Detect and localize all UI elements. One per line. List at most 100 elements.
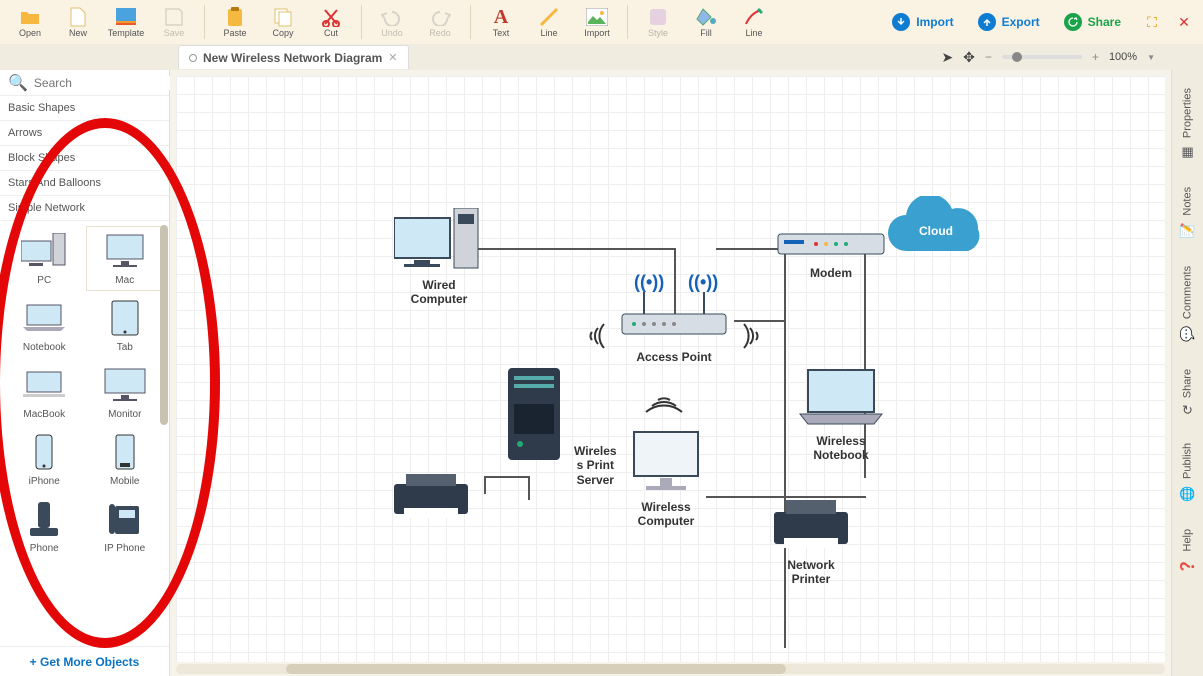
shape-mac-label: Mac <box>115 275 134 286</box>
search-input[interactable] <box>34 76 189 90</box>
properties-icon: ▦ <box>1180 144 1195 159</box>
connector[interactable] <box>476 248 676 250</box>
text-label: Text <box>493 28 510 38</box>
shape-tab[interactable]: Tab <box>87 294 164 357</box>
copy-label: Copy <box>272 28 293 38</box>
window-maximize-button[interactable]: ⛶ <box>1141 11 1163 33</box>
undo-button[interactable]: Undo <box>370 2 414 42</box>
node-printer-left[interactable] <box>386 470 476 524</box>
node-label: Cloud <box>881 224 991 238</box>
node-modem[interactable]: Modem <box>776 226 886 280</box>
shape-macbook[interactable]: MacBook <box>6 361 83 424</box>
shape-macbook-label: MacBook <box>23 409 65 420</box>
wireless-waves-icon <box>734 316 774 356</box>
shape-monitor[interactable]: Monitor <box>87 361 164 424</box>
window-close-button[interactable]: ✕ <box>1173 11 1195 33</box>
open-button[interactable]: Open <box>8 2 52 42</box>
redo-button[interactable]: Redo <box>418 2 462 42</box>
file-new-icon <box>67 6 89 28</box>
zoom-slider[interactable] <box>1002 55 1082 59</box>
line-style-button[interactable]: Line <box>732 2 776 42</box>
share-button[interactable]: Share <box>1054 9 1131 35</box>
node-label: WirelessComputer <box>638 500 695 529</box>
node-wireless-computer[interactable]: WirelessComputer <box>626 428 706 529</box>
zoom-slider-knob[interactable] <box>1012 52 1022 62</box>
horizontal-scrollbar[interactable] <box>176 664 1165 674</box>
fill-icon <box>695 6 717 28</box>
export-label: Export <box>1002 15 1040 29</box>
shape-notebook[interactable]: Notebook <box>6 294 83 357</box>
diagram-canvas[interactable]: WiredComputer ((•)) ((•)) Access Point <box>176 76 1165 662</box>
shape-mobile[interactable]: Mobile <box>87 428 164 491</box>
node-label: NetworkPrinter <box>787 558 834 587</box>
shape-phone-label: Phone <box>30 543 59 554</box>
line2-label: Line <box>745 28 762 38</box>
image-icon <box>586 6 608 28</box>
line-button[interactable]: Line <box>527 2 571 42</box>
pan-tool-icon[interactable]: ✥ <box>963 49 975 66</box>
help-icon: ❓ <box>1180 558 1196 573</box>
get-more-objects-button[interactable]: + Get More Objects <box>0 646 169 676</box>
pointer-tool-icon[interactable]: ➤ <box>941 49 953 66</box>
new-button[interactable]: New <box>56 2 100 42</box>
copy-button[interactable]: Copy <box>261 2 305 42</box>
cut-icon <box>320 6 342 28</box>
cut-button[interactable]: Cut <box>309 2 353 42</box>
rail-comments[interactable]: 💬Comments <box>1180 266 1195 341</box>
import-image-label: Import <box>584 28 610 38</box>
category-basic-shapes[interactable]: Basic Shapes <box>0 96 169 121</box>
tab-close-icon[interactable]: ✕ <box>388 51 397 64</box>
node-network-printer[interactable]: NetworkPrinter <box>766 494 856 587</box>
shape-ip-phone-label: IP Phone <box>104 543 145 554</box>
upload-icon <box>978 13 996 31</box>
rail-notes[interactable]: 📝Notes <box>1180 187 1195 238</box>
rail-publish[interactable]: 🌐Publish <box>1180 443 1195 501</box>
shape-scrollbar[interactable] <box>160 225 168 425</box>
node-wireless-notebook[interactable]: WirelessNotebook <box>796 366 886 463</box>
export-button[interactable]: Export <box>968 9 1050 35</box>
category-arrows[interactable]: Arrows <box>0 121 169 146</box>
fill-button[interactable]: Fill <box>684 2 728 42</box>
shape-iphone[interactable]: iPhone <box>6 428 83 491</box>
template-icon <box>115 6 137 28</box>
node-wired-computer[interactable]: WiredComputer <box>394 208 484 307</box>
shape-pc[interactable]: PC <box>6 227 83 290</box>
shape-ip-phone[interactable]: IP Phone <box>87 495 164 558</box>
connector[interactable] <box>484 476 486 494</box>
paste-button[interactable]: Paste <box>213 2 257 42</box>
tab-strip: New Wireless Network Diagram ✕ ➤ ✥ − + 1… <box>0 44 1203 70</box>
rail-properties[interactable]: ▦Properties <box>1180 88 1195 159</box>
category-stars-balloons[interactable]: Stars And Balloons <box>0 171 169 196</box>
import-image-button[interactable]: Import <box>575 2 619 42</box>
search-box[interactable]: 🔍 <box>0 70 169 96</box>
node-wireless-print-server[interactable]: Wireless PrintServer <box>504 364 617 487</box>
rail-label: Help <box>1182 529 1194 552</box>
document-tab[interactable]: New Wireless Network Diagram ✕ <box>178 45 409 69</box>
rail-help[interactable]: ❓ Help <box>1180 529 1195 574</box>
shape-notebook-label: Notebook <box>23 342 66 353</box>
connector[interactable] <box>784 248 786 648</box>
import-button[interactable]: Import <box>882 9 963 35</box>
category-simple-network[interactable]: Simple Network <box>0 196 169 221</box>
notes-icon: 📝 <box>1180 222 1196 237</box>
canvas-area: WiredComputer ((•)) ((•)) Access Point <box>170 70 1171 676</box>
node-cloud[interactable]: Cloud <box>876 196 996 266</box>
text-button[interactable]: AText <box>479 2 523 42</box>
zoom-dropdown-icon[interactable]: ▼ <box>1147 53 1155 62</box>
node-access-point[interactable]: ((•)) ((•)) Access Point <box>614 266 734 364</box>
toolbar-separator <box>204 5 205 39</box>
save-button[interactable]: Save <box>152 2 196 42</box>
zoom-out-icon[interactable]: − <box>985 50 992 64</box>
node-label: WirelessNotebook <box>813 434 868 463</box>
template-button[interactable]: Template <box>104 2 148 42</box>
category-block-shapes[interactable]: Block Shapes <box>0 146 169 171</box>
redo-label: Redo <box>429 28 451 38</box>
search-icon: 🔍 <box>8 73 28 93</box>
scrollbar-thumb[interactable] <box>286 664 786 674</box>
style-button[interactable]: Style <box>636 2 680 42</box>
rail-share[interactable]: ↻Share <box>1180 369 1195 415</box>
shape-mac[interactable]: Mac <box>87 227 164 290</box>
zoom-in-icon[interactable]: + <box>1092 50 1099 64</box>
paste-icon <box>224 6 246 28</box>
shape-phone[interactable]: Phone <box>6 495 83 558</box>
